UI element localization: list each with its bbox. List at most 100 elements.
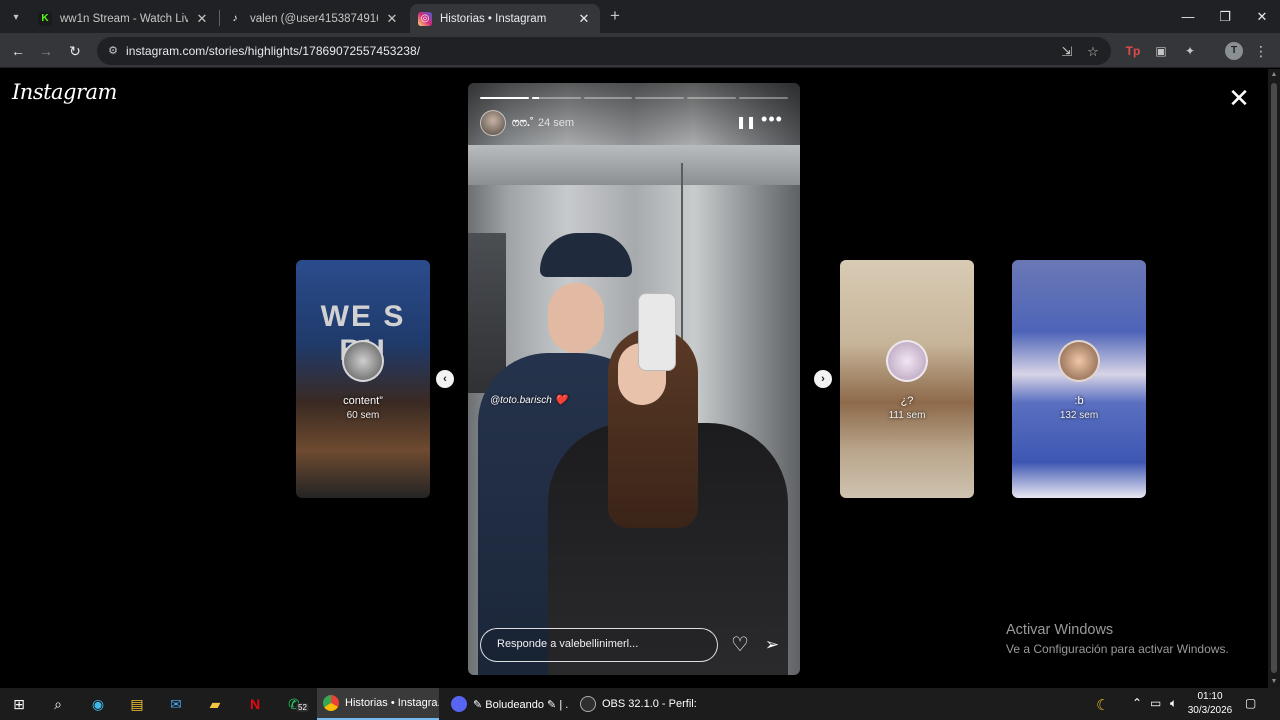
scroll-down-arrow-icon[interactable]: ▼ [1268,676,1280,688]
close-window-button[interactable]: ✕ [1243,0,1280,33]
edge-icon[interactable]: ◉ [86,692,110,716]
mail-icon[interactable]: ✉ [164,692,188,716]
tab-tiktok[interactable]: ♪ valen (@user415387491623) | Ti ✕ [220,4,408,33]
url-text[interactable]: instagram.com/stories/highlights/1786907… [126,44,420,58]
file-explorer-icon[interactable]: ▰ [203,692,227,716]
notifications-icon[interactable]: ▢ [1245,696,1256,710]
address-bar[interactable]: ⚙ instagram.com/stories/highlights/17869… [97,37,1111,65]
highlight-cover-avatar [886,340,928,382]
taskbar-app-label: Historias • Instagra... [345,697,439,709]
obs-icon [580,696,596,712]
profile-avatar[interactable]: T [1225,42,1243,60]
tab-kick[interactable]: K ww1n Stream - Watch Live on K ✕ [30,4,218,33]
story-image-button-panel [468,233,506,393]
previous-highlight-preview[interactable]: WE S BU content” 60 sem [296,260,430,498]
close-tab-icon[interactable]: ✕ [384,11,400,27]
story-timestamp: 24 sem [538,117,575,129]
store-icon[interactable]: ▤ [125,692,149,716]
system-clock[interactable]: 01:10 30/3/2026 [1182,690,1238,718]
tiktok-icon: ♪ [232,13,238,24]
scrollbar-thumb[interactable] [1271,83,1277,673]
next-highlight-preview[interactable]: ¿? 111 sem [840,260,974,498]
back-arrow-icon[interactable]: ← [7,40,29,62]
taskbar-app-obs[interactable]: OBS 32.1.0 - Perfil: ... [574,688,698,720]
story-mention-sticker[interactable]: @toto.barisch ❤️ [490,395,567,406]
highlight-cover-avatar [342,340,384,382]
install-app-icon[interactable]: ⇲ [1058,43,1076,61]
close-tab-icon[interactable]: ✕ [576,11,592,27]
tab-title: Historias • Instagram [440,12,547,25]
send-paper-plane-icon[interactable]: ➢ [760,633,784,657]
menu-kebab-icon[interactable]: ⋮ [1251,41,1271,61]
progress-fill [531,97,540,99]
story-header-gradient [468,83,800,145]
restore-button[interactable]: ❐ [1206,0,1244,33]
taskbar-app-label: ✎ Boludeando ✎ | ... [473,698,569,711]
progress-segment [531,97,581,99]
tray-overflow-chevron-icon[interactable]: ⌃ [1132,696,1142,710]
taskbar-app-discord[interactable]: ✎ Boludeando ✎ | ... [445,688,569,720]
chrome-icon [323,695,339,711]
extension-tp-icon[interactable]: Tp [1123,41,1143,61]
progress-segment [480,97,529,99]
reply-input[interactable] [497,638,707,650]
taskbar-app-chrome[interactable]: Historias • Instagra... [317,688,439,720]
browser-toolbar: ← → ↻ ⚙ instagram.com/stories/highlights… [0,33,1280,68]
taskbar-app-label: OBS 32.1.0 - Perfil: ... [602,698,698,710]
volume-icon[interactable]: 🔈︎ [1170,696,1177,711]
minimize-button[interactable]: — [1169,0,1207,33]
reload-icon[interactable]: ↻ [64,40,86,62]
story-image-face [548,283,604,353]
progress-fill [480,97,529,99]
story-image-elevator-ceiling [468,145,800,185]
previous-story-chevron-icon[interactable]: ‹ [436,370,454,388]
tab-search-button[interactable]: ▾ [6,7,26,27]
more-options-icon[interactable]: ••• [760,110,784,130]
new-tab-button[interactable]: + [605,6,625,26]
netflix-icon[interactable]: N [243,692,267,716]
progress-segment [739,97,788,99]
close-stories-icon[interactable]: ✕ [1226,85,1252,111]
pause-icon[interactable]: ❚❚ [736,114,756,130]
clock-date: 30/3/2026 [1187,705,1233,716]
watermark-title: Activar Windows [1006,622,1114,638]
site-info-icon[interactable]: ⚙ [105,43,121,59]
instagram-logo[interactable]: Instagram [12,80,117,104]
extensions-puzzle-icon[interactable]: ✦ [1180,41,1200,61]
close-tab-icon[interactable]: ✕ [194,11,210,27]
tab-title: valen (@user415387491623) | Ti [250,12,378,25]
highlight-time: 111 sem [888,410,926,421]
watermark-subtitle: Ve a Configuración para activar Windows. [1006,642,1229,656]
whatsapp-unread-badge: 52 [296,703,309,712]
windows-taskbar: ⊞ ⌕ ◉ ▤ ✉ ▰ N ✆ Historias • Instagra... … [0,688,1280,720]
story-username[interactable]: ෆෆ.˚ [512,117,534,130]
tab-strip: ▾ K ww1n Stream - Watch Live on K ✕ ♪ va… [0,0,1280,33]
highlight-cover-avatar [1058,340,1100,382]
scroll-up-arrow-icon[interactable]: ▲ [1268,69,1280,81]
network-icon[interactable]: ▭ [1150,696,1161,710]
kick-icon: K [38,11,52,26]
story-image-phone [638,293,676,371]
next-highlight-preview[interactable]: :b 132 sem [1012,260,1146,498]
instagram-icon: ◎ [418,11,432,26]
instagram-stories-page: Instagram ✕ WE S BU content” 60 sem ‹ @t… [0,69,1268,688]
highlight-time: 132 sem [1059,410,1099,421]
bookmark-star-icon[interactable]: ☆ [1084,43,1102,61]
night-light-moon-icon[interactable]: ☾ [1096,696,1109,714]
windows-start-icon[interactable]: ⊞ [7,692,31,716]
story-image-cap [540,233,632,277]
progress-segment [687,97,737,99]
highlight-time: 60 sem [346,410,380,421]
tab-instagram[interactable]: ◎ Historias • Instagram ✕ [410,4,600,33]
extension-printer-icon[interactable]: ▣ [1151,41,1171,61]
story-viewer[interactable]: @toto.barisch ❤️ ෆෆ.˚ 24 sem ❚❚ ••• ♡ ➢ [468,83,800,675]
discord-icon [451,696,467,712]
search-icon[interactable]: ⌕ [46,692,70,716]
forward-arrow-icon[interactable]: → [35,40,57,62]
story-user-avatar[interactable] [480,110,506,136]
reply-field[interactable] [480,628,718,662]
page-scrollbar[interactable]: ▲ ▼ [1268,69,1280,688]
windows-activation-watermark: Activar Windows Ve a Configuración para … [1006,622,1229,656]
next-story-chevron-icon[interactable]: › [814,370,832,388]
like-heart-icon[interactable]: ♡ [728,633,752,657]
